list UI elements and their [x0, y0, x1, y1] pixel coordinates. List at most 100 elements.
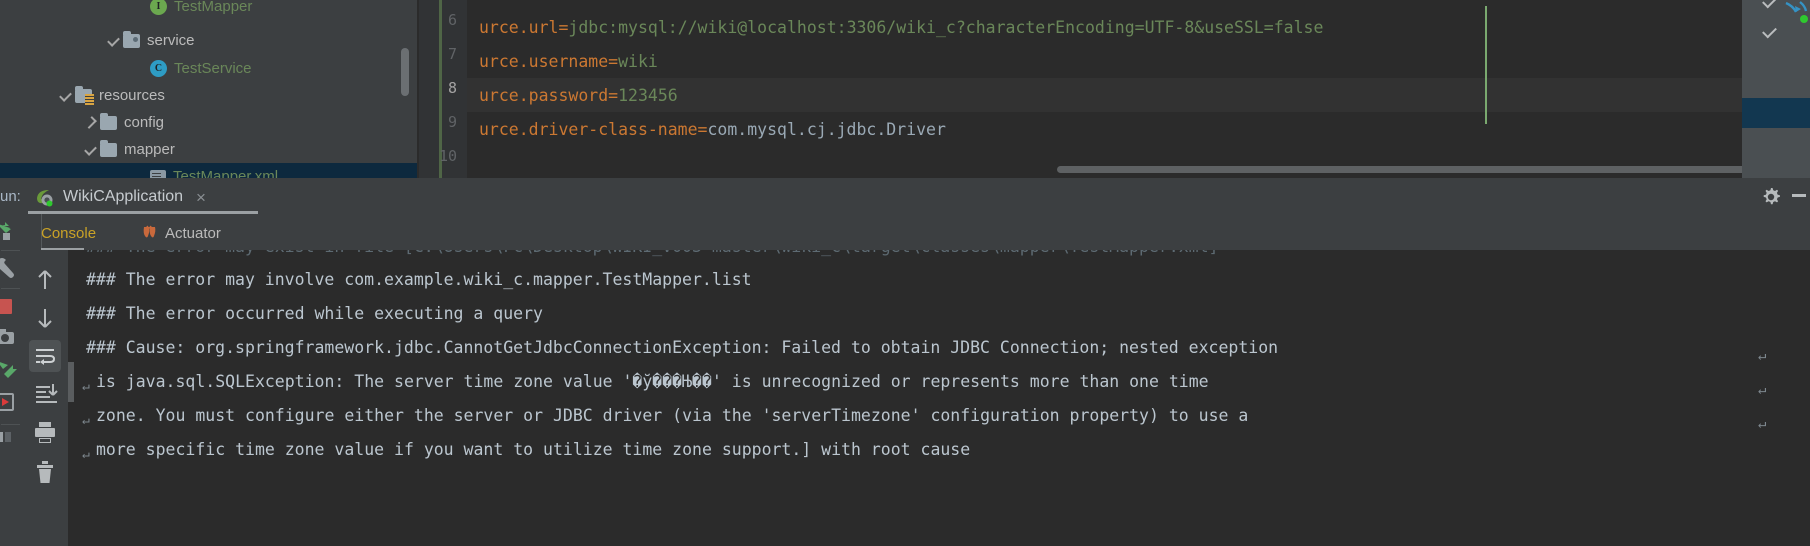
- run-tool-window: un: WikiCApplication × Console Actuator …: [0, 178, 1810, 546]
- layout-icon[interactable]: [0, 430, 22, 456]
- tree-node-testmapper-xml[interactable]: TestMapper.xml: [0, 163, 417, 178]
- editor-and-project-region: I TestMapper service C TestService resou…: [0, 0, 1810, 178]
- console-line-wrapped: ↵ is java.sql.SQLException: The server ti…: [82, 365, 1219, 399]
- camera-icon[interactable]: [0, 326, 22, 352]
- scroll-to-end-icon[interactable]: [29, 378, 61, 410]
- stop-red-square-icon[interactable]: [0, 294, 22, 320]
- tree-node-label: TestService: [174, 60, 252, 77]
- run-outer-toolbar[interactable]: [0, 214, 21, 546]
- tree-node-label: mapper: [124, 141, 175, 158]
- code-class-ref: com.mysql.cj.jdbc.Driver: [707, 120, 946, 139]
- editor-gutter[interactable]: 5 6 7 8 9 10: [419, 0, 467, 178]
- tree-node-label: TestMapper.xml: [173, 168, 279, 178]
- folder-icon: [100, 139, 117, 157]
- tree-node-label: service: [147, 32, 195, 49]
- arrow-down-icon[interactable]: [29, 302, 61, 334]
- console-line-text: is java.sql.SQLException: The server tim…: [96, 372, 1219, 391]
- chevron-down-icon[interactable]: [1762, 27, 1778, 37]
- code-equals: =: [608, 52, 619, 71]
- close-icon[interactable]: ×: [196, 189, 206, 206]
- run-red-triangle-icon[interactable]: [0, 390, 22, 416]
- console-line-wrapped: ↵ more specific time zone value if you wa…: [82, 433, 970, 467]
- code-editor[interactable]: 5 6 7 8 9 10 urce.url=jdbc:mysql://wiki@…: [419, 0, 1810, 178]
- code-line-8[interactable]: urce.password=123456: [479, 79, 678, 113]
- code-key: urce.url: [479, 18, 559, 37]
- code-equals: =: [697, 120, 708, 139]
- right-tool-strip[interactable]: [1742, 0, 1810, 178]
- chevron-right-icon[interactable]: [82, 114, 100, 132]
- attach-green-arrow-icon[interactable]: [0, 358, 22, 384]
- printer-icon[interactable]: [29, 416, 61, 448]
- wrench-icon[interactable]: [0, 256, 22, 282]
- console-toolbar[interactable]: [21, 250, 68, 546]
- console-line: ### Cause: org.springframework.jdbc.Cann…: [86, 338, 1288, 357]
- status-dot-icon: [1800, 15, 1808, 23]
- console-line: ### The error may involve com.example.wi…: [86, 270, 752, 289]
- ide-window: I TestMapper service C TestService resou…: [0, 0, 1810, 546]
- soft-wrap-marker: ↵: [82, 447, 90, 462]
- trash-icon[interactable]: [29, 456, 61, 488]
- run-tab-wikicapplication[interactable]: WikiCApplication ×: [30, 182, 210, 212]
- arrow-up-icon[interactable]: [29, 264, 61, 296]
- soft-wrap-marker: ↵: [1758, 382, 1767, 398]
- tree-node-label: TestMapper: [174, 0, 253, 15]
- tab-console[interactable]: Console: [41, 221, 96, 245]
- tree-node-config[interactable]: config: [0, 109, 417, 136]
- interface-icon: I: [150, 0, 167, 15]
- chevron-down-icon[interactable]: [57, 87, 75, 105]
- right-strip-selection[interactable]: [1742, 98, 1810, 128]
- folder-resources-icon: [75, 85, 94, 105]
- actuator-icon: [141, 225, 159, 242]
- tree-node-resources[interactable]: resources: [0, 82, 417, 109]
- code-value: jdbc:mysql://wiki@localhost:3306/wiki_c?…: [568, 18, 1324, 37]
- console-line: ### The error occurred while executing a…: [86, 304, 543, 323]
- rerun-green-arrow-icon[interactable]: [0, 222, 22, 248]
- line-number-current: 8: [447, 79, 457, 97]
- soft-wrap-icon[interactable]: [29, 340, 61, 372]
- spring-boot-icon: [34, 187, 56, 207]
- code-equals: =: [558, 18, 569, 37]
- xml-file-icon: [150, 169, 166, 178]
- settings-gear-icon[interactable]: [1760, 186, 1782, 208]
- tree-node-label: config: [124, 114, 165, 131]
- chevron-down-icon[interactable]: [1762, 0, 1778, 7]
- tab-console-label: Console: [41, 224, 97, 242]
- code-key: urce.password: [479, 86, 609, 105]
- console-line-text: zone. You must configure either the serv…: [96, 406, 1259, 425]
- run-tab-label: WikiCApplication: [63, 188, 184, 205]
- chevron-down-icon[interactable]: [82, 141, 100, 159]
- run-window-body: Console Actuator ### The error may invol…: [21, 214, 1810, 546]
- run-subtabs[interactable]: Console Actuator: [21, 214, 1810, 251]
- tree-node-testmapper[interactable]: I TestMapper: [0, 0, 417, 20]
- tree-node-service[interactable]: service: [0, 27, 417, 54]
- code-line-6[interactable]: urce.url=jdbc:mysql://wiki@localhost:330…: [479, 11, 1323, 45]
- folder-icon: [100, 112, 117, 130]
- tree-node-mapper[interactable]: mapper: [0, 136, 417, 163]
- code-value: 123456: [618, 86, 678, 105]
- console-line-text: more specific time zone value if you wan…: [96, 440, 971, 459]
- code-line-7[interactable]: urce.username=wiki: [479, 45, 658, 79]
- tree-node-testservice[interactable]: C TestService: [0, 55, 417, 82]
- tree-node-label: resources: [99, 87, 165, 104]
- code-text-area[interactable]: urce.url=jdbc:mysql://wiki@localhost:330…: [467, 0, 1810, 178]
- project-tree[interactable]: I TestMapper service C TestService resou…: [0, 0, 417, 178]
- console-line-wrapped: ↵ zone. You must configure either the ser…: [82, 399, 1258, 433]
- code-key: urce.username: [479, 52, 609, 71]
- code-line-9[interactable]: urce.driver-class-name=com.mysql.cj.jdbc…: [479, 113, 946, 147]
- chevron-down-icon[interactable]: [105, 32, 123, 50]
- tab-actuator[interactable]: Actuator: [141, 221, 221, 245]
- line-number: 9: [447, 113, 457, 131]
- line-number: 10: [438, 147, 457, 165]
- line-number: 7: [447, 45, 457, 63]
- console-output[interactable]: ### The error may exist in file [C:\User…: [68, 250, 1810, 546]
- minimize-icon[interactable]: [1792, 194, 1806, 197]
- soft-wrap-marker: ↵: [1758, 416, 1767, 432]
- console-scrollbar[interactable]: [68, 362, 74, 402]
- code-key: urce.driver-class-name: [479, 120, 698, 139]
- run-window-header: un: WikiCApplication ×: [0, 178, 1810, 215]
- code-equals: =: [608, 86, 619, 105]
- tree-scrollbar[interactable]: [401, 48, 409, 96]
- editor-horizontal-scrollbar[interactable]: [1057, 166, 1810, 173]
- tab-actuator-label: Actuator: [165, 224, 221, 242]
- soft-wrap-marker: ↵: [1758, 348, 1767, 364]
